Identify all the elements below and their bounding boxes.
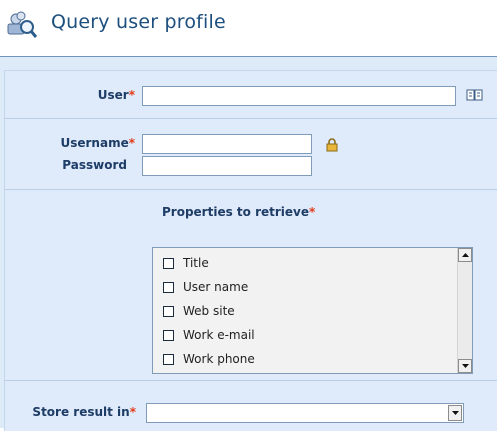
list-item-label: Work phone — [183, 352, 255, 366]
username-input[interactable] — [142, 134, 312, 154]
username-label: Username* — [45, 136, 135, 150]
checkbox[interactable] — [163, 282, 174, 293]
list-item-label: Work e-mail — [183, 328, 255, 342]
store-result-label: Store result in* — [15, 405, 136, 419]
address-book-icon[interactable] — [466, 87, 484, 106]
page-header: Query user profile — [0, 0, 497, 56]
list-item-label: Web site — [183, 304, 235, 318]
properties-label-text: Properties to retrieve — [162, 205, 309, 219]
properties-listbox[interactable]: Title User name Web site Work e-mail Wor… — [152, 247, 473, 374]
user-label: User* — [65, 88, 135, 102]
required-marker: * — [309, 205, 316, 219]
divider — [5, 380, 497, 381]
user-input[interactable] — [142, 86, 456, 106]
checkbox[interactable] — [163, 330, 174, 341]
required-marker: * — [128, 88, 135, 102]
password-label: Password — [62, 158, 127, 172]
username-label-text: Username — [60, 136, 129, 150]
scroll-down-button[interactable] — [458, 359, 472, 373]
divider — [5, 118, 497, 119]
required-marker: * — [128, 136, 135, 150]
list-item-label: Title — [183, 256, 209, 270]
checkbox[interactable] — [163, 258, 174, 269]
password-input[interactable] — [142, 156, 312, 176]
divider — [5, 189, 497, 190]
form-body: User* Username* Password Properties to r… — [4, 70, 497, 431]
vertical-scrollbar[interactable] — [457, 248, 472, 373]
user-label-text: User — [97, 88, 129, 102]
chevron-down-icon[interactable] — [448, 405, 462, 421]
checkbox[interactable] — [163, 306, 174, 317]
user-search-icon — [6, 10, 38, 38]
form-panel: User* Username* Password Properties to r… — [0, 56, 497, 431]
required-marker: * — [129, 405, 136, 419]
scroll-up-button[interactable] — [458, 248, 472, 262]
store-result-select[interactable] — [146, 403, 464, 423]
lock-icon — [326, 137, 338, 156]
store-result-label-text: Store result in — [32, 405, 130, 419]
checkbox[interactable] — [163, 354, 174, 365]
properties-label: Properties to retrieve* — [162, 205, 315, 219]
page-title: Query user profile — [51, 11, 226, 33]
list-item-label: User name — [183, 280, 249, 294]
